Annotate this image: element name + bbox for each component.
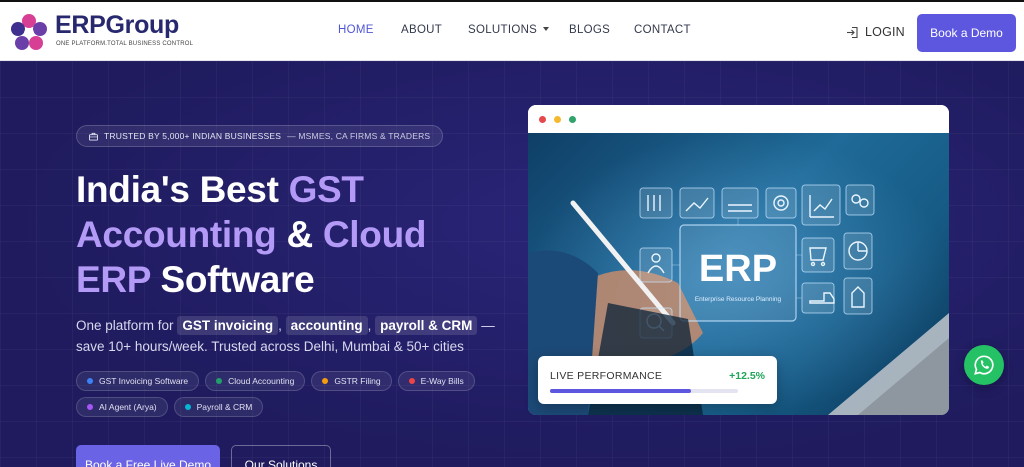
brand-logo[interactable]: ERPGroup ONE PLATFORM.TOTAL BUSINESS CON… [9, 10, 193, 54]
subtitle-highlight-accounting: accounting [285, 316, 368, 335]
chip-dot [87, 378, 93, 384]
whatsapp-chat-button[interactable] [964, 345, 1004, 385]
headline-highlight: GST [288, 169, 364, 210]
chip-label: Payroll & CRM [196, 402, 253, 412]
headline-highlight: ERP [76, 259, 151, 300]
subtitle-prefix: One platform for [76, 318, 174, 333]
headline-line-1: India's Best GST [76, 167, 426, 212]
chip-label: Cloud Accounting [228, 376, 295, 386]
nav-blogs[interactable]: BLOGS [569, 24, 610, 36]
trust-badge-tail: — MSMES, CA FIRMS & TRADERS [287, 131, 431, 141]
chip-ai-agent[interactable]: AI Agent (Arya) [76, 397, 168, 417]
performance-value: +12.5% [729, 370, 765, 382]
erp-image-text: ERP [699, 248, 777, 290]
headline-line-2: Accounting & Cloud [76, 212, 426, 257]
chip-label: GSTR Filing [334, 376, 381, 386]
chip-dot [322, 378, 329, 384]
chip-gstr-filing[interactable]: GSTR Filing [311, 371, 392, 391]
brand-tagline: ONE PLATFORM.TOTAL BUSINESS CONTROL [56, 41, 194, 47]
whatsapp-icon [974, 355, 994, 375]
logo-flower-icon [11, 14, 47, 50]
live-performance-card: LIVE PERFORMANCE +12.5% [538, 356, 777, 404]
headline-text: Software [150, 259, 315, 300]
subtitle-comma: , [367, 318, 372, 333]
chevron-down-icon [543, 27, 550, 31]
subtitle-comma: , [278, 318, 282, 333]
trust-badge: TRUSTED BY 5,000+ INDIAN BUSINESSES — MS… [76, 125, 444, 147]
our-solutions-button[interactable]: Our Solutions [231, 445, 331, 467]
nav-solutions-label: SOLUTIONS [468, 24, 538, 36]
headline-highlight: Cloud [322, 214, 427, 255]
top-navbar: ERPGroup ONE PLATFORM.TOTAL BUSINESS CON… [0, 0, 1024, 61]
nav-home[interactable]: HOME [338, 24, 374, 36]
nav-contact[interactable]: CONTACT [634, 24, 691, 36]
chip-dot [216, 378, 223, 384]
login-label: LOGIN [865, 25, 905, 39]
trust-badge-text: TRUSTED BY 5,000+ INDIAN BUSINESSES [104, 131, 282, 141]
hero-subtitle: One platform for GST invoicing, accounti… [76, 315, 496, 357]
window-maximize-dot [569, 115, 576, 123]
window-minimize-dot [554, 115, 561, 123]
chip-gst-invoicing[interactable]: GST Invoicing Software [76, 371, 200, 391]
hero-headline: India's Best GST Accounting & Cloud ERP … [76, 167, 426, 302]
chip-dot [408, 378, 415, 384]
briefcase-icon [89, 132, 98, 141]
subtitle-highlight-gst: GST invoicing [177, 316, 279, 335]
login-icon [847, 26, 858, 38]
chip-label: E-Way Bills [420, 376, 464, 386]
browser-titlebar [528, 105, 949, 133]
headline-text: India's Best [76, 169, 289, 210]
performance-progress-fill [550, 389, 691, 393]
nav-about[interactable]: ABOUT [401, 24, 442, 36]
chip-payroll-crm[interactable]: Payroll & CRM [173, 397, 264, 417]
performance-label: LIVE PERFORMANCE [550, 370, 663, 382]
nav-solutions[interactable]: SOLUTIONS [468, 24, 550, 36]
performance-progress-track [550, 389, 738, 393]
chip-label: AI Agent (Arya) [99, 402, 157, 412]
subtitle-highlight-payroll: payroll & CRM [375, 316, 478, 335]
brand-name: ERPGroup [55, 11, 179, 39]
book-demo-button[interactable]: Book a Demo [917, 14, 1016, 52]
chip-dot [87, 404, 93, 410]
window-close-dot [539, 115, 546, 123]
erp-image-subtext: Enterprise Resource Planning [695, 296, 782, 303]
headline-line-3: ERP Software [76, 257, 426, 302]
headline-text: & [276, 214, 323, 255]
login-link[interactable]: LOGIN [846, 25, 905, 39]
chip-label: GST Invoicing Software [99, 376, 189, 386]
chip-eway-bills[interactable]: E-Way Bills [397, 371, 475, 391]
book-free-demo-button[interactable]: Book a Free Live Demo [76, 445, 220, 467]
chip-dot [184, 404, 191, 410]
chip-cloud-accounting[interactable]: Cloud Accounting [205, 371, 306, 391]
headline-highlight: Accounting [76, 214, 277, 255]
feature-chips: GST Invoicing Software Cloud Accounting … [76, 371, 496, 417]
